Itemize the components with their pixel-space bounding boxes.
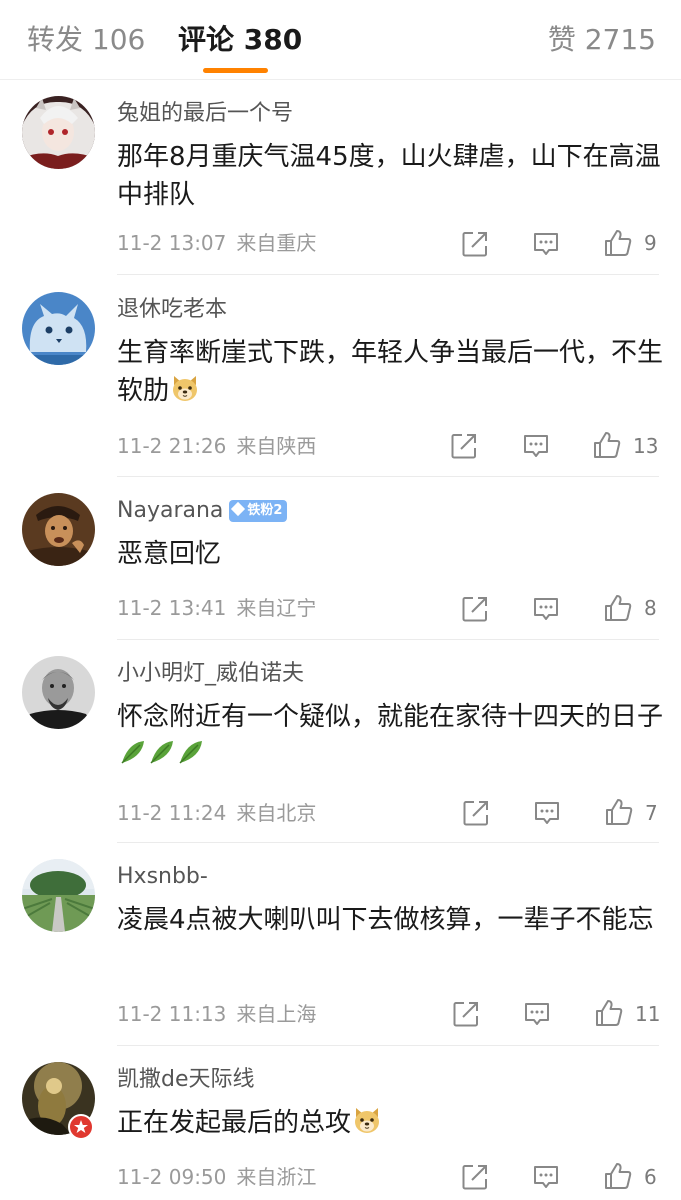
active-tab-indicator: [203, 68, 268, 73]
comment-time: 11-2 11:13: [117, 1002, 227, 1026]
like-count: 13: [633, 434, 659, 458]
like-count: 6: [644, 1165, 657, 1189]
share-icon[interactable]: [452, 1000, 480, 1028]
like-icon[interactable]: [592, 430, 622, 460]
username[interactable]: 小小明灯_威伯诺夫: [117, 660, 304, 688]
comment-item: Nayarana 铁粉2 恶意回忆 11-2 13:41 来自辽宁 8: [0, 477, 681, 640]
painting-portrait-avatar-icon: [22, 493, 95, 566]
like-icon[interactable]: [603, 593, 633, 623]
comment-meta: 11-2 11:24 来自北京: [117, 800, 316, 826]
comment-meta: 11-2 13:07 来自重庆: [117, 230, 316, 256]
like-icon[interactable]: [603, 228, 633, 258]
share-icon[interactable]: [462, 799, 490, 827]
tab-bar: 转发 106 评论 380 赞 2715: [0, 0, 681, 80]
reply-icon[interactable]: [522, 433, 550, 459]
avatar[interactable]: [22, 859, 95, 932]
blue-cat-avatar-icon: [22, 292, 95, 365]
comment-text-content: 凌晨4点被大喇叭叫下去做核算，一辈子不能忘: [117, 905, 654, 935]
fan-badge-label: 铁粉2: [247, 503, 283, 518]
comment-item: Hxsnbb- 凌晨4点被大喇叭叫下去做核算，一辈子不能忘 11-2 11:13…: [0, 843, 681, 1046]
username-text: Nayarana: [117, 498, 224, 523]
comment-time: 11-2 21:26: [117, 434, 227, 458]
share-icon[interactable]: [461, 1163, 489, 1191]
like-count: 8: [644, 596, 657, 620]
reply-icon[interactable]: [523, 1001, 551, 1027]
like-count: 7: [645, 801, 658, 825]
doge-emoji-icon: [355, 1108, 380, 1133]
avatar[interactable]: [22, 96, 95, 169]
reply-icon[interactable]: [532, 596, 560, 622]
bw-portrait-avatar-icon: [22, 656, 95, 729]
comment-text-content: 怀念附近有一个疑似，就能在家待十四天的日子: [117, 702, 664, 732]
comment-time: 11-2 13:41: [117, 596, 227, 620]
doge-emoji-icon: [173, 376, 198, 401]
leaf-emoji-icon: [121, 741, 202, 764]
comment-item: 退休吃老本 生育率断崖式下跌，年轻人争当最后一代，不生软肋 11-2 21:26…: [0, 276, 681, 477]
reply-icon[interactable]: [532, 1164, 560, 1190]
comment-time: 11-2 11:24: [117, 801, 227, 825]
comment-item: 兔姐的最后一个号 那年8月重庆气温45度，山火肆虐，山下在高温中排队 11-2 …: [0, 80, 681, 275]
tab-likes[interactable]: 赞 2715: [548, 22, 656, 58]
comment-item: 小小明灯_威伯诺夫 怀念附近有一个疑似，就能在家待十四天的日子 11-2 11:…: [0, 640, 681, 843]
like-count: 9: [644, 231, 657, 255]
comment-meta: 11-2 11:13 来自上海: [117, 1001, 316, 1027]
tab-repost[interactable]: 转发 106: [27, 22, 145, 58]
tree-road-avatar-icon: [22, 859, 95, 932]
divider: [117, 274, 659, 275]
tab-comments[interactable]: 评论 380: [178, 22, 302, 58]
username[interactable]: Nayarana 铁粉2: [117, 497, 288, 525]
username[interactable]: 退休吃老本: [117, 296, 227, 324]
comment-item: 凯撒de天际线 正在发起最后的总攻 11-2 09:50 来自浙江 6: [0, 1046, 681, 1200]
comment-location: 来自上海: [236, 1002, 317, 1026]
username[interactable]: 兔姐的最后一个号: [117, 100, 293, 128]
avatar[interactable]: [22, 493, 95, 566]
like-icon[interactable]: [604, 797, 634, 827]
username[interactable]: Hxsnbb-: [117, 863, 208, 891]
comment-location: 来自陕西: [236, 434, 317, 458]
comment-meta: 11-2 09:50 来自浙江: [117, 1164, 316, 1190]
reply-icon[interactable]: [533, 800, 561, 826]
comment-time: 11-2 13:07: [117, 231, 227, 255]
verified-badge: [68, 1114, 94, 1140]
diamond-icon: [231, 501, 246, 517]
comment-text: 那年8月重庆气温45度，山火肆虐，山下在高温中排队: [117, 138, 665, 214]
avatar[interactable]: [22, 656, 95, 729]
anime-girl-avatar-icon: [22, 96, 95, 169]
share-icon[interactable]: [450, 432, 478, 460]
like-icon[interactable]: [603, 1161, 633, 1191]
comment-text: 凌晨4点被大喇叭叫下去做核算，一辈子不能忘: [117, 901, 665, 939]
username[interactable]: 凯撒de天际线: [117, 1066, 255, 1094]
comment-meta: 11-2 21:26 来自陕西: [117, 433, 316, 459]
comment-time: 11-2 09:50: [117, 1165, 227, 1189]
verified-star-icon: [74, 1120, 88, 1133]
fan-badge[interactable]: 铁粉2: [229, 500, 288, 522]
share-icon[interactable]: [461, 595, 489, 623]
comment-text-content: 正在发起最后的总攻: [117, 1108, 352, 1138]
comment-meta: 11-2 13:41 来自辽宁: [117, 595, 316, 621]
comment-text: 恶意回忆: [117, 535, 665, 573]
comment-location: 来自浙江: [236, 1165, 317, 1189]
share-icon[interactable]: [461, 230, 489, 258]
comment-location: 来自北京: [236, 801, 317, 825]
like-icon[interactable]: [594, 998, 624, 1028]
reply-icon[interactable]: [532, 231, 560, 257]
avatar[interactable]: [22, 292, 95, 365]
comment-location: 来自辽宁: [236, 596, 317, 620]
comment-text-content: 恶意回忆: [117, 539, 222, 569]
comment-text-content: 那年8月重庆气温45度，山火肆虐，山下在高温中排队: [117, 142, 661, 210]
comment-text: 正在发起最后的总攻: [117, 1104, 665, 1142]
like-count: 11: [635, 1002, 661, 1026]
comment-text: 生育率断崖式下跌，年轻人争当最后一代，不生软肋: [117, 334, 665, 410]
comment-text: 怀念附近有一个疑似，就能在家待十四天的日子: [117, 698, 665, 774]
comment-location: 来自重庆: [236, 231, 317, 255]
